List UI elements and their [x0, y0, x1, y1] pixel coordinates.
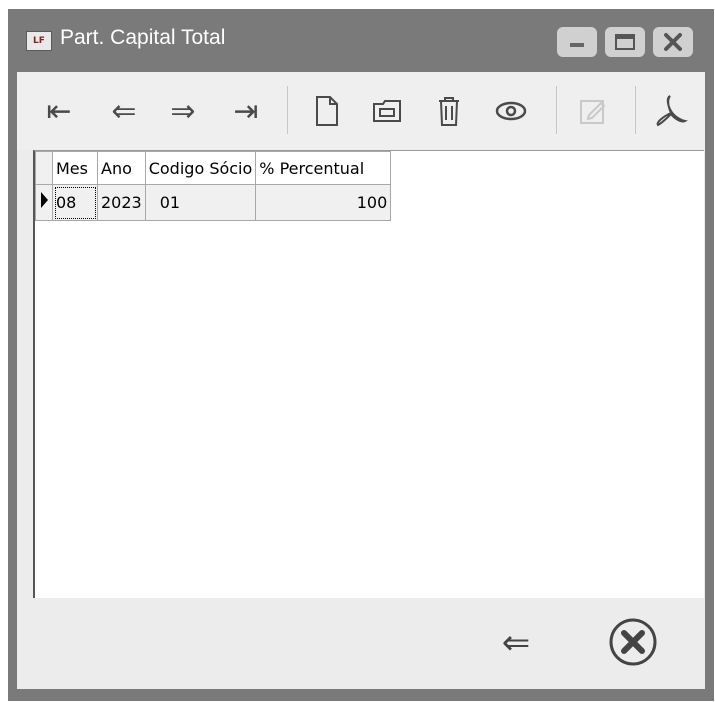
back-button[interactable]: ⇐	[491, 620, 541, 666]
cell-ano[interactable]: 2023	[97, 184, 146, 221]
cell-mes[interactable]: 08	[52, 184, 98, 221]
new-button[interactable]	[303, 88, 351, 134]
trash-icon	[439, 97, 459, 126]
last-record-button[interactable]: ⇥	[222, 88, 270, 134]
column-header-ano[interactable]: Ano	[97, 151, 146, 185]
eye-icon	[495, 101, 527, 121]
close-icon	[664, 33, 682, 51]
last-record-icon: ⇥	[233, 93, 259, 129]
view-button[interactable]	[487, 88, 535, 134]
current-row-arrow-icon	[41, 192, 48, 208]
next-record-icon: ⇒	[170, 93, 196, 129]
edit-button[interactable]	[569, 88, 617, 134]
indicator-header	[35, 151, 53, 185]
prev-record-button[interactable]: ⇐	[100, 88, 148, 134]
footer-bar: ⇐	[17, 598, 705, 689]
toolbar-separator	[556, 86, 557, 134]
minimize-button[interactable]	[557, 27, 597, 57]
prev-record-icon: ⇐	[111, 93, 137, 129]
maximize-icon	[615, 34, 635, 50]
pdf-icon	[656, 95, 688, 127]
toolbar: ⇤ ⇐ ⇒ ⇥	[17, 72, 705, 150]
back-arrow-icon: ⇐	[501, 623, 531, 663]
cell-percentual[interactable]: 100	[255, 184, 392, 221]
grid-table: Mes Ano Codigo Sócio % Percentual 08 202…	[35, 151, 392, 221]
header-row: Mes Ano Codigo Sócio % Percentual	[35, 151, 392, 185]
window-title: Part. Capital Total	[60, 26, 226, 49]
app-logo-icon: LF	[26, 31, 52, 51]
column-header-percentual[interactable]: % Percentual	[255, 151, 392, 185]
edit-icon	[580, 100, 606, 124]
toolbar-separator	[635, 86, 636, 134]
delete-button[interactable]	[425, 88, 473, 134]
new-document-icon	[316, 96, 338, 126]
close-window-button[interactable]	[653, 27, 693, 57]
pdf-button[interactable]	[647, 88, 695, 134]
client-area: ⇤ ⇐ ⇒ ⇥ Mes Ano Codigo Sócio % Percentua…	[17, 72, 705, 689]
next-record-button[interactable]: ⇒	[159, 88, 207, 134]
data-grid[interactable]: Mes Ano Codigo Sócio % Percentual 08 202…	[33, 150, 704, 598]
title-bar: LF Part. Capital Total	[8, 9, 714, 71]
first-record-button[interactable]: ⇤	[35, 88, 83, 134]
column-header-codigo-socio[interactable]: Codigo Sócio	[144, 151, 257, 185]
window: LF Part. Capital Total ⇤ ⇐ ⇒ ⇥ Mes Ano C…	[8, 9, 714, 701]
first-record-icon: ⇤	[46, 93, 72, 129]
toolbar-separator	[287, 86, 288, 134]
close-button[interactable]	[605, 614, 661, 670]
cell-codigo-socio[interactable]: 01	[144, 184, 257, 221]
close-circle-icon	[609, 618, 657, 666]
maximize-button[interactable]	[605, 27, 645, 57]
table-row[interactable]: 08 2023 01 100	[35, 184, 392, 221]
minimize-icon	[570, 43, 584, 47]
row-indicator	[35, 184, 53, 221]
column-header-mes[interactable]: Mes	[52, 151, 98, 185]
open-button[interactable]	[363, 88, 411, 134]
open-folder-icon	[373, 100, 401, 122]
